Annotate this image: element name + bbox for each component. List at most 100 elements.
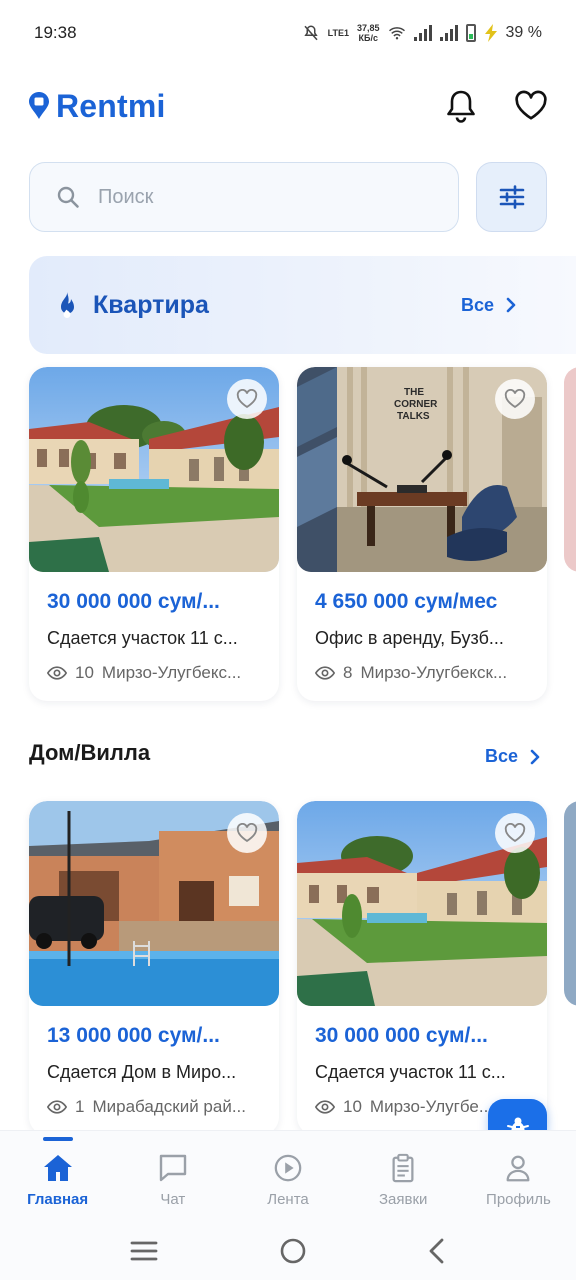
- home-circle-icon[interactable]: [279, 1237, 307, 1265]
- recents-icon[interactable]: [130, 1240, 158, 1262]
- listing-description: Сдается Дом в Миро...: [47, 1062, 237, 1082]
- header-actions: [444, 89, 548, 123]
- nav-item-requests[interactable]: Заявки: [346, 1131, 461, 1222]
- heart-icon: [504, 823, 526, 843]
- listing-description: Сдается участок 11 с...: [315, 1062, 506, 1082]
- listing-price: 4 650 000 сум/мес: [315, 590, 498, 613]
- bell-icon: [447, 90, 475, 123]
- listing-price: 30 000 000 сум/...: [315, 1024, 488, 1047]
- signal-icon-2: [439, 25, 458, 41]
- listing-photo: [29, 801, 279, 1006]
- eye-icon: [47, 1100, 67, 1114]
- heart-icon: [515, 90, 547, 120]
- favorite-toggle[interactable]: [495, 813, 535, 853]
- section-title: Дом/Вилла: [29, 740, 151, 765]
- listing-photo: THE CORNER TALKS: [297, 367, 547, 572]
- listing-location: Мирзо-Улугбекс...: [101, 663, 242, 682]
- nav-label: Лента: [267, 1191, 309, 1208]
- app-header: Rentmi: [28, 78, 548, 134]
- status-icons: LTE1 37,85 КБ/с 39 %: [302, 23, 542, 43]
- listing-photo: [297, 801, 547, 1006]
- favorite-toggle[interactable]: [227, 813, 267, 853]
- fire-icon: [61, 292, 74, 318]
- heart-icon: [236, 389, 258, 409]
- nav-item-home[interactable]: Главная: [0, 1131, 115, 1222]
- battery-icon: [465, 24, 476, 42]
- chevron-right-icon: [506, 297, 516, 313]
- user-icon: [506, 1155, 530, 1182]
- heart-icon: [504, 389, 526, 409]
- search-icon: [57, 186, 79, 208]
- brand-name: Rentmi: [56, 87, 166, 124]
- listing-card[interactable]: 30 000 000 сум/... Сдается участок 11 с.…: [297, 801, 547, 1135]
- charging-icon: [484, 24, 497, 42]
- search-bar[interactable]: [29, 162, 459, 232]
- nav-item-feed[interactable]: Лента: [230, 1131, 345, 1222]
- home-icon: [43, 1155, 72, 1181]
- listing-description: Сдается участок 11 с...: [47, 628, 238, 648]
- listing-description: Офис в аренду, Бузб...: [315, 628, 504, 648]
- net-speed-unit: КБ/с: [358, 33, 378, 43]
- filter-button[interactable]: [476, 162, 547, 232]
- nav-label: Заявки: [378, 1191, 428, 1208]
- listing-card[interactable]: 13 000 000 сум/... Сдается Дом в Миро...…: [29, 801, 279, 1135]
- logo: Rentmi: [28, 88, 166, 125]
- active-indicator: [42, 1137, 73, 1141]
- category-title: Квартира: [93, 290, 209, 319]
- see-all-link[interactable]: Все: [461, 295, 516, 316]
- lte-label: LTE1: [327, 28, 349, 38]
- listing-card-peek[interactable]: [564, 801, 576, 1006]
- status-bar: 19:38 LTE1 37,85 КБ/с 39 %: [0, 0, 576, 66]
- signal-icon: [413, 25, 432, 41]
- listing-location: Мирзо-Улугбе...: [369, 1097, 494, 1116]
- nav-label: Главная: [27, 1191, 89, 1208]
- nav-label: Профиль: [486, 1191, 551, 1208]
- listing-location: Мирабадский рай...: [92, 1097, 246, 1116]
- see-all-label: Все: [461, 294, 495, 315]
- back-icon[interactable]: [428, 1238, 446, 1264]
- clipboard-icon: [392, 1153, 414, 1183]
- see-all-link[interactable]: Все: [485, 746, 540, 767]
- view-count: 10: [343, 1097, 362, 1116]
- listing-meta: 10 Мирзо-Улугбекс...: [47, 663, 261, 683]
- view-count: 10: [75, 663, 94, 682]
- net-speed-value: 37,85: [357, 23, 380, 33]
- listing-card-peek[interactable]: [564, 367, 576, 572]
- favorites-button[interactable]: [514, 89, 548, 123]
- listing-price: 13 000 000 сум/...: [47, 1024, 220, 1047]
- system-navigation: [0, 1222, 576, 1280]
- bottom-navigation: Главная Чат Лента Заявки Профиль: [0, 1130, 576, 1222]
- favorite-toggle[interactable]: [495, 379, 535, 419]
- eye-icon: [47, 666, 67, 680]
- notifications-button[interactable]: [444, 89, 478, 123]
- battery-percent: 39 %: [505, 24, 542, 41]
- listing-card[interactable]: 30 000 000 сум/... Сдается участок 11 с.…: [29, 367, 279, 701]
- location-pin-icon: [29, 92, 49, 119]
- sliders-icon: [499, 185, 524, 209]
- nav-item-profile[interactable]: Профиль: [461, 1131, 576, 1222]
- see-all-label: Все: [485, 746, 519, 766]
- play-icon: [274, 1154, 302, 1182]
- heart-icon: [236, 823, 258, 843]
- listing-meta: 8 Мирзо-Улугбекск...: [315, 663, 529, 683]
- chat-icon: [159, 1154, 186, 1182]
- listing-meta: 1 Мирабадский рай...: [47, 1097, 261, 1117]
- view-count: 1: [75, 1097, 85, 1116]
- listing-card[interactable]: THE CORNER TALKS 4 650 000 сум/мес Офис …: [297, 367, 547, 701]
- podcast-sign-line3: TALKS: [397, 411, 430, 422]
- listing-photo: [29, 367, 279, 572]
- listing-location: Мирзо-Улугбекск...: [360, 663, 508, 682]
- chevron-right-icon: [530, 749, 540, 764]
- eye-icon: [315, 1100, 335, 1114]
- view-count: 8: [343, 663, 353, 682]
- search-input[interactable]: [98, 185, 398, 209]
- podcast-sign-line1: THE: [404, 387, 424, 398]
- nav-label: Чат: [160, 1191, 186, 1208]
- status-time: 19:38: [34, 23, 77, 42]
- favorite-toggle[interactable]: [227, 379, 267, 419]
- listing-price: 30 000 000 сум/...: [47, 590, 220, 613]
- mute-icon: [304, 25, 318, 41]
- nav-item-chat[interactable]: Чат: [115, 1131, 230, 1222]
- eye-icon: [315, 666, 335, 680]
- category-banner-apartment: Квартира Все: [29, 256, 576, 354]
